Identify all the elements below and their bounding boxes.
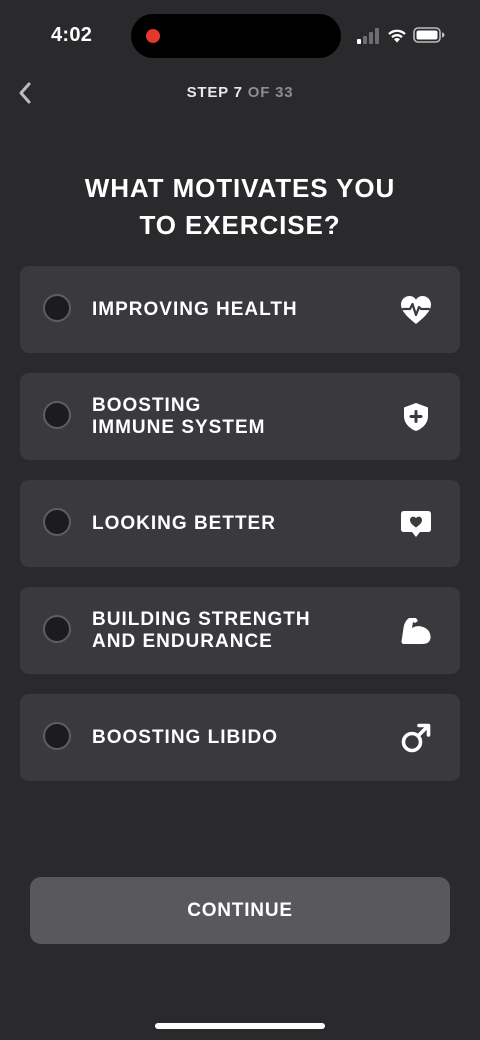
radio-button[interactable]: [43, 401, 71, 429]
cellular-signal-icon: [357, 28, 379, 44]
radio-button[interactable]: [43, 508, 71, 536]
option-label: LOOKING BETTER: [92, 512, 276, 534]
radio-button[interactable]: [43, 294, 71, 322]
heart-message-icon: [400, 508, 432, 540]
step-current: STEP 7: [186, 84, 243, 101]
radio-button[interactable]: [43, 615, 71, 643]
option-building-strength[interactable]: BUILDING STRENGTH AND ENDURANCE: [20, 587, 460, 674]
battery-icon: [413, 27, 445, 43]
option-boosting-libido[interactable]: BOOSTING LIBIDO: [20, 694, 460, 781]
heart-pulse-icon: [400, 294, 432, 326]
flexed-bicep-icon: [400, 615, 432, 647]
page-title: WHAT MOTIVATES YOU TO EXERCISE?: [84, 173, 396, 240]
continue-button[interactable]: CONTINUE: [30, 877, 450, 944]
male-symbol-icon: [400, 722, 432, 754]
recording-indicator-icon: [146, 29, 160, 43]
status-time: 4:02: [51, 24, 93, 46]
option-label: BOOSTING IMMUNE SYSTEM: [92, 394, 266, 438]
shield-plus-icon: [400, 401, 432, 433]
step-indicator: STEP 7 OF 33: [0, 84, 480, 101]
option-looking-better[interactable]: LOOKING BETTER: [20, 480, 460, 567]
dynamic-island: [131, 14, 341, 58]
option-improving-health[interactable]: IMPROVING HEALTH: [20, 266, 460, 353]
wifi-icon: [388, 29, 406, 43]
step-total: OF 33: [242, 84, 294, 101]
radio-button[interactable]: [43, 722, 71, 750]
option-label: BOOSTING LIBIDO: [92, 726, 278, 748]
option-boosting-immune-system[interactable]: BOOSTING IMMUNE SYSTEM: [20, 373, 460, 460]
option-label: BUILDING STRENGTH AND ENDURANCE: [92, 608, 311, 652]
status-bar: 4:02: [0, 0, 480, 70]
home-indicator: [155, 1023, 325, 1029]
option-label: IMPROVING HEALTH: [92, 298, 298, 320]
options-list: IMPROVING HEALTH BOOSTING IMMUNE SYSTEM …: [20, 266, 460, 801]
